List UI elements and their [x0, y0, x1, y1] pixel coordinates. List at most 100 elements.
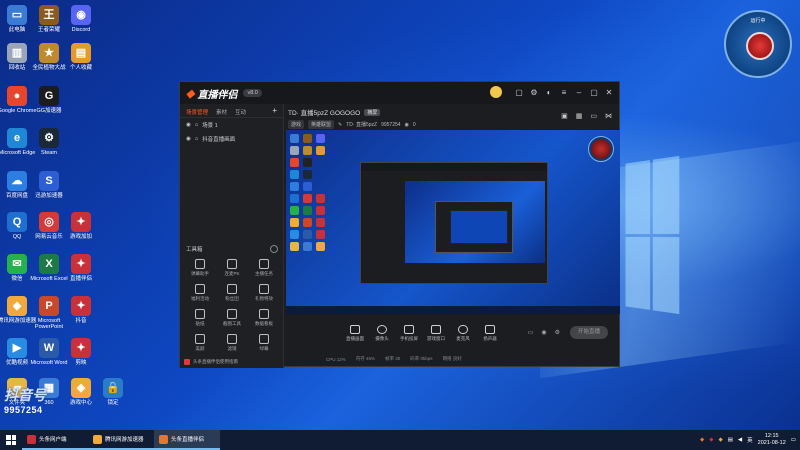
settings-icon[interactable]: ⚙: [530, 88, 538, 97]
screen-icon[interactable]: ▭: [590, 112, 597, 120]
edit-icon[interactable]: ✎: [338, 122, 342, 128]
taskbar-app-1[interactable]: 头条网户端: [22, 430, 88, 450]
eye-icon[interactable]: ◉: [186, 122, 191, 128]
toolbox-more-icon[interactable]: [270, 245, 278, 253]
announcement[interactable]: 头条直播伴侣使用指南: [184, 359, 238, 365]
notification-icon[interactable]: ▭: [791, 437, 796, 443]
desktop-icon-glyph: ⚙: [39, 128, 59, 148]
source-camera-button[interactable]: 摄像头: [373, 324, 391, 342]
eye-icon[interactable]: ◉: [186, 136, 191, 142]
desktop-icon[interactable]: 🔒 锁定: [93, 378, 133, 406]
app-titlebar: ◆ 直播伴侣 v8.0 ▢ ⚙ ◐ ≡ – ▢ ✕: [180, 82, 619, 104]
scene-item[interactable]: ◉ ⌂ 场景 1: [180, 118, 283, 132]
desktop-icon-glyph: ◆: [7, 296, 27, 316]
desktop-icon-glyph: ✦: [71, 212, 91, 232]
room-category[interactable]: 游戏: [288, 120, 305, 129]
room-game[interactable]: 英雄联盟: [308, 120, 335, 129]
tray-app-icon[interactable]: ◆: [700, 437, 704, 443]
toolbox-item[interactable]: 粉丝团: [216, 284, 248, 302]
source-game-button[interactable]: 游戏窗口: [427, 324, 445, 342]
toolbox-item[interactable]: 礼物特效: [248, 284, 280, 302]
tab-scenes[interactable]: 场景管理: [186, 108, 208, 116]
desktop-icon-glyph: ☁: [7, 171, 27, 191]
desktop-icon[interactable]: S 迅游加速器: [29, 171, 69, 199]
tab-materials[interactable]: 素材: [216, 108, 227, 116]
desktop-icon-glyph: ◎: [39, 212, 59, 232]
settings-gear-icon[interactable]: ⚙: [555, 329, 560, 336]
toolbox-item[interactable]: 弹幕助手: [184, 259, 216, 277]
desktop-icon[interactable]: ✦ 游戏加加: [61, 212, 101, 240]
layout-icon[interactable]: ▦: [576, 112, 583, 120]
lock-icon[interactable]: ⌂: [195, 136, 198, 142]
add-scene-icon[interactable]: +: [272, 107, 277, 115]
windows-logo: [625, 155, 680, 315]
record-icon[interactable]: ▭: [528, 329, 534, 336]
toolbox-item[interactable]: 连麦PK: [216, 259, 248, 277]
desktop-icon-label: 抖音: [75, 318, 87, 324]
network-icon[interactable]: ▤: [728, 437, 733, 443]
maximize-icon[interactable]: ▢: [590, 88, 598, 97]
scene-item[interactable]: ◉ ⌂ 抖音直播画面: [180, 132, 283, 146]
desktop-icon-glyph: ◈: [71, 378, 91, 398]
toolbox-item[interactable]: 绿幕: [248, 334, 280, 352]
tray-app-icon[interactable]: ◆: [718, 437, 722, 443]
desktop-icon[interactable]: ⚙ Steam: [29, 128, 69, 156]
toolbox-item[interactable]: 截图工具: [216, 309, 248, 327]
desktop-icon-glyph: S: [39, 171, 59, 191]
toolbox-item[interactable]: 福利活动: [184, 284, 216, 302]
speaker-button[interactable]: 扬声器: [481, 324, 499, 342]
microphone-button[interactable]: 麦克风: [454, 324, 472, 342]
gift-icon[interactable]: ▣: [561, 112, 568, 120]
go-live-button[interactable]: 开始直播: [570, 326, 608, 339]
desktop-icon[interactable]: ▤ 个人收藏: [61, 43, 101, 71]
tool-label: 主播任务: [255, 271, 273, 276]
room-id: 9957254: [381, 121, 401, 128]
taskbar-app-2[interactable]: 腾讯网游加速器: [88, 430, 154, 450]
orientation-badge[interactable]: 横屏: [364, 108, 381, 116]
tab-interact[interactable]: 互动: [235, 108, 246, 116]
taskbar-app-3[interactable]: 头条直播伴侣: [154, 430, 220, 450]
room-title[interactable]: TD· 直播5pzZ GOGOGO: [288, 107, 360, 117]
user-avatar[interactable]: [490, 86, 502, 98]
toolbox-item[interactable]: 数据看板: [248, 309, 280, 327]
desktop-icon-glyph: ●: [7, 86, 27, 106]
tool-label: 数据看板: [255, 321, 273, 326]
desktop-icon-glyph: e: [7, 128, 27, 148]
volume-icon[interactable]: ◀: [738, 437, 742, 443]
tool-icon: [195, 334, 205, 344]
toolbox-item[interactable]: 主播任务: [248, 259, 280, 277]
source-screen-button[interactable]: 直播画面: [346, 324, 364, 342]
desktop-icon[interactable]: ✦ 直播伴侣: [61, 254, 101, 282]
version-badge: v8.0: [243, 89, 262, 97]
lock-icon[interactable]: ⌂: [195, 122, 198, 128]
toolbox-item[interactable]: 贴纸: [184, 309, 216, 327]
eye-preview-icon[interactable]: ◉: [541, 329, 546, 336]
minimize-icon[interactable]: –: [575, 88, 583, 97]
message-icon[interactable]: ▢: [515, 88, 523, 97]
desktop-icon-glyph: ✦: [71, 254, 91, 274]
floating-gadget[interactable]: 运行中: [724, 10, 792, 78]
start-button[interactable]: [0, 430, 22, 450]
preview-taskbar: [286, 306, 620, 314]
windows-start-icon: [6, 435, 16, 445]
status-cpu: CPU 12%: [326, 356, 346, 362]
share-icon[interactable]: ⋈: [605, 112, 612, 120]
close-icon[interactable]: ✕: [605, 88, 613, 97]
stream-preview[interactable]: [286, 130, 620, 314]
desktop-icon[interactable]: G GG加速器: [29, 86, 69, 114]
desktop-icon[interactable]: ✦ 抖音: [61, 296, 101, 324]
toolbox-item[interactable]: 美颜: [184, 334, 216, 352]
clock[interactable]: 12:15 2021-08-12: [758, 433, 786, 447]
desktop-icon-glyph: 王: [39, 5, 59, 25]
clock-time: 12:15: [764, 433, 779, 439]
input-language[interactable]: 英: [747, 436, 753, 444]
skin-icon[interactable]: ◐: [545, 88, 553, 97]
source-phone-button[interactable]: 手机投屏: [400, 324, 418, 342]
tray-app-icon[interactable]: ◆: [709, 437, 713, 443]
menu-icon[interactable]: ≡: [560, 88, 568, 97]
desktop-icon-glyph: ▭: [7, 5, 27, 25]
tool-icon: [259, 259, 269, 269]
desktop-icon[interactable]: ◉ Discord: [61, 5, 101, 33]
toolbox-item[interactable]: 滤镜: [216, 334, 248, 352]
desktop-icon[interactable]: ✦ 剪映: [61, 338, 101, 366]
